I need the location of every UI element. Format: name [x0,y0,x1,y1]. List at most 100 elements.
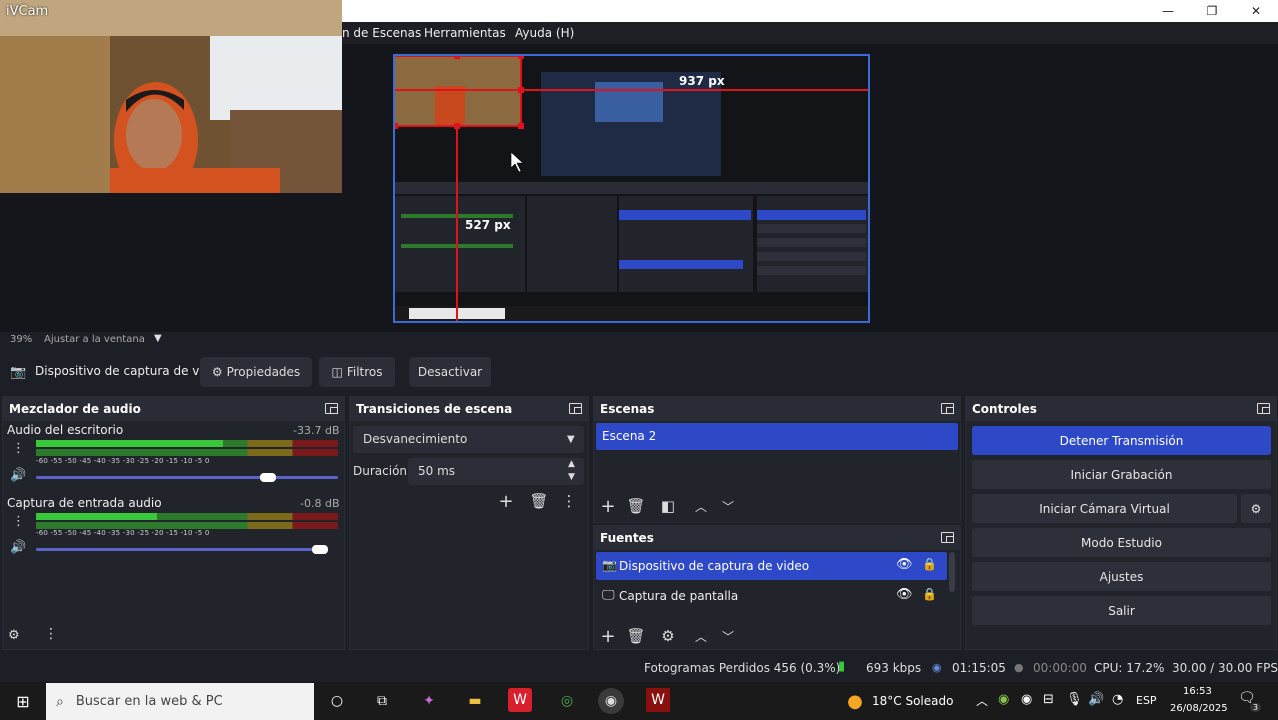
mixer-menu-icon[interactable]: ⋮ [44,626,58,642]
menu-help[interactable]: Ayuda (H) [515,22,574,44]
menu-tools[interactable]: Herramientas [424,22,506,44]
virtual-camera-button[interactable]: Iniciar Cámara Virtual [972,494,1237,523]
source-properties-icon[interactable]: ⚙ [658,626,678,646]
mixer-channel-2-volume-slider[interactable] [36,548,326,551]
filters-button[interactable]: ◫ Filtros [319,357,395,387]
settings-button[interactable]: Ajustes [972,562,1271,591]
scene-item-label: Escena 2 [602,429,657,443]
remove-scene-icon[interactable]: 🗑 [626,496,646,516]
chrome-icon[interactable]: ◎ [554,688,580,714]
tray-app-icon[interactable]: ◉ [998,692,1009,707]
kebab-menu-icon[interactable]: ⋮ [12,441,25,456]
scenes-panel: Escenas [593,396,961,523]
add-source-icon[interactable]: + [598,626,618,647]
sources-scrollbar[interactable] [949,552,955,592]
studio-mode-button[interactable]: Modo Estudio [972,528,1271,557]
transition-select[interactable]: Desvanecimiento ▼ [353,426,584,453]
wps-icon[interactable]: W [508,688,532,712]
source-item-1[interactable]: 📷 Dispositivo de captura de video 👁 🔒 [596,552,947,580]
move-down-icon[interactable]: ﹀ [718,496,738,516]
undock-icon-3[interactable] [941,403,954,414]
mixer-channel-1-volume-slider[interactable] [36,476,338,479]
zoom-fit-select[interactable]: Ajustar a la ventana [44,334,145,345]
source-move-down-icon[interactable]: ﹀ [718,626,738,646]
taskbar-search[interactable]: ⌕ Buscar en la web & PC [46,683,314,720]
mixer-channel-1-volume-knob[interactable] [260,473,276,482]
microphone-icon[interactable]: 🎙 [1066,692,1083,707]
mixer-channel-2-db: -0.8 dB [300,497,340,510]
move-up-icon[interactable]: ︿ [691,496,711,516]
controls-header: Controles [966,397,1276,421]
duration-spinbox[interactable]: 50 ms ▲ ▼ [408,458,584,485]
scene-item[interactable]: Escena 2 [596,423,958,450]
mixer-channel-2-volume-knob[interactable] [312,545,329,554]
kebab-menu-icon-2[interactable]: ⋮ [12,514,25,529]
menu-scene-collection[interactable]: n de Escenas [342,22,421,44]
signal-icon: ▮ [838,659,846,674]
tray-chevron-icon[interactable]: ︿ [976,692,988,709]
copilot-icon[interactable]: ✦ [416,688,442,714]
speaker-icon[interactable]: 🔊 [10,468,26,483]
camera-icon-2: 📷 [602,558,617,572]
properties-button[interactable]: ⚙ Propiedades [200,357,312,387]
lock-icon[interactable]: 🔒 [922,557,937,571]
wifi-icon[interactable]: ◔ [1112,692,1123,707]
mixer-channel-1-meter [36,440,338,456]
preview-screen[interactable]: 937 px 527 px [393,54,870,323]
audio-mixer-header: Mezclador de audio [3,397,344,421]
webcam-overlay: iVCam [0,0,342,193]
eye-icon[interactable]: 👁 [896,557,913,572]
notification-count: 3 [1250,703,1262,712]
filters-label: Filtros [346,365,383,379]
chevron-down-icon-3[interactable]: ▼ [568,472,575,482]
stop-stream-button[interactable]: Detener Transmisión [972,426,1271,455]
add-scene-icon[interactable]: + [598,496,618,517]
scene-filters-icon[interactable]: ◧ [658,496,678,516]
speaker-icon-2[interactable]: 🔊 [10,540,26,555]
remove-source-icon[interactable]: 🗑 [626,626,646,646]
properties-label: Propiedades [226,365,301,379]
network-icon[interactable]: ⊟ [1043,692,1054,707]
winrar-icon[interactable]: W [646,688,670,712]
tray-record-icon[interactable]: ◉ [1021,692,1032,707]
undock-icon[interactable] [325,403,338,414]
file-explorer-icon[interactable]: ▬ [462,688,488,714]
close-button[interactable]: ✕ [1234,0,1278,22]
weather-icon: ● [847,690,863,712]
chevron-down-icon[interactable]: ▼ [154,333,162,344]
meter-level-fill-2 [36,513,157,520]
undock-icon-2[interactable] [569,403,582,414]
transition-menu-icon[interactable]: ⋮ [562,491,577,511]
dropped-frames: Fotogramas Perdidos 456 (0.3%) [644,661,841,675]
eye-icon-2[interactable]: 👁 [896,587,913,602]
trash-icon[interactable]: 🗑 [529,491,549,511]
source-item-2[interactable]: 🖵 Captura de pantalla 👁 🔒 [596,582,947,610]
clock-date[interactable]: 26/08/2025 [1170,703,1228,714]
deactivate-button[interactable]: Desactivar [409,357,491,387]
exit-button[interactable]: Salir [972,596,1271,625]
virtual-camera-settings-button[interactable]: ⚙ [1241,494,1271,523]
add-transition-icon[interactable]: + [496,491,516,512]
minimize-button[interactable]: — [1146,0,1190,22]
cpu-usage: CPU: 17.2% [1094,661,1165,675]
task-view-icon[interactable]: ⧉ [369,688,395,714]
source-item-2-label: Captura de pantalla [619,589,739,603]
chevron-up-icon[interactable]: ▲ [568,459,575,469]
windows-start-icon[interactable]: ⊞ [10,688,36,714]
maximize-button[interactable]: ❐ [1190,0,1234,22]
fps: 30.00 / 30.00 FPS [1172,661,1278,675]
scenes-title: Escenas [600,402,655,416]
language-indicator[interactable]: ESP [1136,694,1157,707]
clock-time[interactable]: 16:53 [1183,686,1212,697]
search-placeholder: Buscar en la web & PC [75,694,223,709]
start-recording-button[interactable]: Iniciar Grabación [972,460,1271,489]
lock-icon-2[interactable]: 🔒 [922,587,937,601]
advanced-audio-icon[interactable]: ⚙ [8,628,20,643]
volume-icon[interactable]: 🔊 [1088,692,1104,707]
mixer-channel-1-name: Audio del escritorio [7,423,124,437]
source-move-up-icon[interactable]: ︿ [691,626,711,646]
undock-icon-4[interactable] [941,532,954,543]
undock-icon-5[interactable] [1257,403,1270,414]
cortana-icon[interactable]: ○ [324,688,350,714]
obs-icon[interactable]: ◉ [598,688,624,714]
